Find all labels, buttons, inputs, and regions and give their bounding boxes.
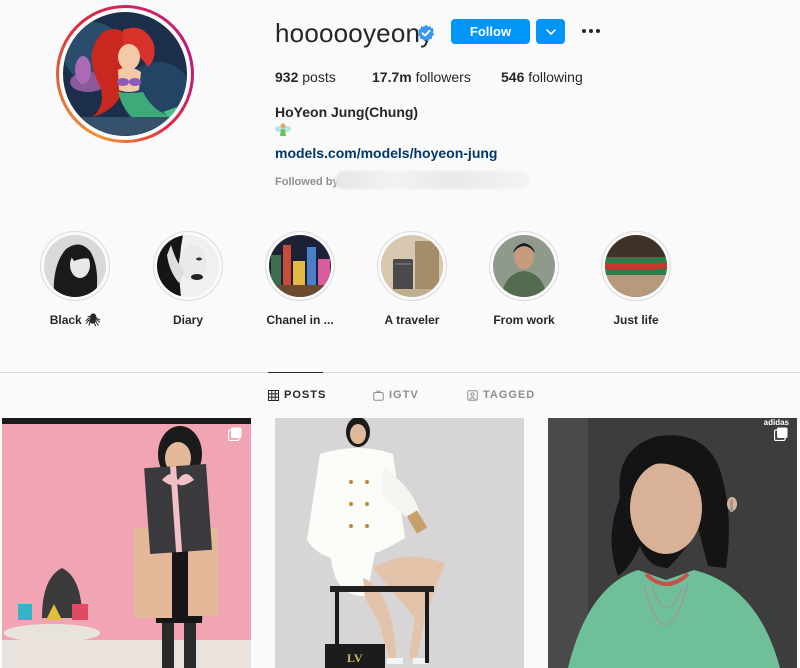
post-thumbnail[interactable]: adidas — [548, 418, 797, 668]
story-highlight-a-traveler[interactable]: A traveler — [377, 231, 447, 327]
highlight-cover-image — [493, 235, 555, 297]
story-highlight-black[interactable]: Black 🕷 — [40, 231, 110, 327]
highlight-label: Just life — [613, 313, 659, 327]
following-count: 546 — [501, 69, 525, 85]
story-highlight-chanel[interactable]: Chanel in ... — [265, 231, 335, 327]
highlight-cover-image — [44, 235, 106, 297]
igtv-icon — [373, 389, 384, 401]
post-thumbnail[interactable]: LV — [275, 418, 524, 668]
grid-icon — [268, 389, 279, 401]
highlight-cover-image — [605, 235, 667, 297]
fairy-emoji-icon — [275, 122, 291, 138]
posts-count-stat: 932 posts — [275, 69, 336, 85]
tab-label: IGTV — [389, 389, 419, 401]
post-image — [548, 418, 797, 668]
tagged-icon — [467, 389, 478, 401]
tab-label: POSTS — [284, 389, 327, 401]
profile-username: hoooooyeony — [275, 18, 434, 48]
tab-igtv[interactable]: IGTV — [373, 389, 419, 401]
avatar-image — [63, 12, 187, 136]
posts-count: 932 — [275, 69, 299, 85]
chevron-down-icon — [545, 28, 556, 35]
followers-label: followers — [411, 69, 471, 85]
followers-count-link[interactable]: 17.7m followers — [372, 69, 471, 85]
post-watermark: adidas — [763, 418, 789, 427]
active-tab-indicator — [268, 372, 323, 373]
bio-website-link[interactable]: models.com/models/hoyeon-jung — [275, 145, 497, 161]
multiple-posts-icon — [774, 427, 788, 441]
posts-label: posts — [298, 69, 336, 85]
tab-label: TAGGED — [483, 389, 536, 401]
profile-full-name: HoYeon Jung(Chung) — [275, 104, 419, 120]
follow-button[interactable]: Follow — [451, 19, 530, 44]
tab-tagged[interactable]: TAGGED — [467, 389, 535, 401]
svg-text:LV: LV — [347, 651, 363, 665]
more-options-icon[interactable] — [580, 21, 602, 41]
post-image: LV — [275, 418, 524, 668]
story-highlight-just-life[interactable]: Just life — [601, 231, 671, 327]
profile-avatar[interactable] — [56, 5, 194, 143]
highlight-cover-image — [269, 235, 331, 297]
followers-count: 17.7m — [372, 69, 412, 85]
suggested-accounts-dropdown-button[interactable] — [536, 19, 565, 44]
followed-by-label: Followed by — [275, 176, 339, 188]
post-image — [2, 418, 251, 668]
story-highlight-diary[interactable]: Diary — [153, 231, 223, 327]
following-label: following — [524, 69, 583, 85]
highlight-cover-image — [157, 235, 219, 297]
multiple-posts-icon — [228, 427, 242, 441]
followed-by-accounts-blurred — [335, 171, 530, 189]
highlight-label: Black 🕷 — [49, 313, 101, 327]
tab-posts[interactable]: POSTS — [268, 389, 326, 401]
verified-badge-icon — [417, 24, 435, 42]
profile-tabs-divider — [0, 372, 800, 373]
highlight-label: From work — [493, 313, 555, 327]
post-thumbnail[interactable] — [2, 418, 251, 668]
highlight-label: Chanel in ... — [266, 313, 334, 327]
highlight-label: Diary — [172, 313, 204, 327]
highlight-cover-image — [381, 235, 443, 297]
story-highlight-from-work[interactable]: From work — [489, 231, 559, 327]
highlight-label: A traveler — [384, 313, 440, 327]
following-count-link[interactable]: 546 following — [501, 69, 583, 85]
